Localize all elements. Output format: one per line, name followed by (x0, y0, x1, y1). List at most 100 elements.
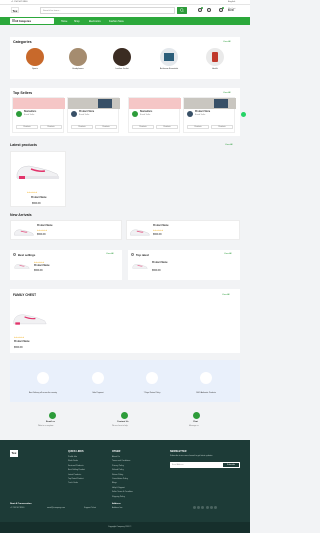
seller-sub: Brand Seller (140, 114, 151, 116)
phone-icon[interactable] (121, 412, 128, 419)
feature-label: Best Delivery all across the country (28, 392, 58, 394)
seller-products-button[interactable]: Products (132, 125, 154, 129)
product-price: $500.00 (152, 269, 161, 272)
category-label[interactable]: Health (200, 68, 230, 70)
sneaker-image (14, 229, 34, 236)
seller-sub: Brand Seller (79, 114, 90, 116)
wishlist-icon[interactable] (207, 8, 211, 12)
footer-phone[interactable]: +1 234 567 8900 (10, 507, 24, 509)
sneaker-image (13, 314, 47, 325)
latest-view-all[interactable]: View All (225, 144, 233, 146)
search-input[interactable]: Search for items... (40, 7, 175, 14)
seller-name: Product Store (195, 111, 211, 113)
footer-link[interactable]: Seller Terms & Condition (112, 490, 133, 494)
language-selector[interactable]: English (228, 1, 235, 3)
category-label[interactable]: Bathroom Essentials (154, 68, 184, 70)
sneaker-image (14, 264, 30, 269)
seller-products-button[interactable]: Products (211, 125, 233, 129)
top-phone: +1 234 567 8900 (11, 1, 28, 3)
nav-link-fashion[interactable]: Fashion Store (109, 20, 124, 23)
feature-label: Safe Payment (92, 392, 104, 394)
best-sellings-view-all[interactable]: View All (106, 253, 114, 255)
product-price: $500.00 (153, 233, 162, 236)
seller-avatar (71, 111, 77, 117)
newsletter-text: Subscribe to our new channel to get late… (170, 455, 213, 457)
seller-banner (184, 98, 236, 109)
product-name[interactable]: Product Name (31, 197, 47, 199)
seller-products-button[interactable]: Products (156, 125, 178, 129)
product-name[interactable]: Product Name (14, 341, 30, 343)
seller-card[interactable]: Bestsellers Brand Seller Products Produc… (128, 97, 181, 133)
all-categories-button[interactable]: All Categories (10, 17, 54, 25)
new-arrival-card[interactable]: Product Name ★★★★★ $500.00 (10, 220, 122, 240)
seller-products-button[interactable]: Products (95, 125, 117, 129)
quick-links-title: QUICK LINKS (68, 450, 84, 453)
seller-products-button[interactable]: Products (16, 125, 38, 129)
cart-total: $0.00 (228, 10, 234, 13)
seller-products-button[interactable]: Products (187, 125, 209, 129)
family-chest-view-all[interactable]: View All (222, 294, 230, 296)
nav-link-home[interactable]: Home (61, 20, 67, 23)
seller-avatar (132, 111, 138, 117)
nav-link-shop[interactable]: Shop (74, 20, 80, 23)
product-rating: ★★★★★ (27, 192, 38, 194)
payment-icon (92, 372, 104, 384)
seller-name: Bestsellers (24, 111, 37, 113)
product-name: Product Name (152, 262, 168, 264)
new-arrival-card[interactable]: Product Name ★★★★★ $500.00 (126, 220, 240, 240)
footer-logo[interactable]: Tex (10, 450, 18, 457)
footer-link[interactable]: Shipping Policy (112, 495, 133, 499)
category-health-image[interactable] (206, 48, 224, 66)
support-ticket-link[interactable]: Support Ticket (84, 507, 96, 509)
social-icons[interactable] (193, 506, 218, 510)
seller-avatar (16, 111, 22, 117)
authentic-icon (200, 372, 212, 384)
contact-title: Email us (46, 421, 55, 423)
newsletter-email-input[interactable]: Email Address Subscribe (170, 462, 240, 468)
nav-link-electronics[interactable]: Electronics (89, 20, 101, 23)
twitter-icon (197, 506, 201, 509)
top-rated-view-all[interactable]: View All (224, 253, 232, 255)
seller-products-button[interactable]: Products (71, 125, 93, 129)
feature-label: 7 Days Return Policy (143, 392, 161, 394)
footer-link[interactable]: Best Selling Product (68, 468, 85, 472)
latest-products-title: Latest products (10, 143, 37, 147)
product-name: Product Name (37, 225, 53, 227)
whatsapp-icon[interactable] (241, 112, 246, 117)
logo[interactable]: Tex (11, 7, 19, 13)
category-headphones-image[interactable] (69, 48, 87, 66)
category-jacket-image[interactable] (113, 48, 131, 66)
seller-card[interactable]: Product Store Brand Seller Products Prod… (183, 97, 236, 133)
copyright-text: Copyright Company 2024 © (108, 526, 132, 528)
footer-email[interactable]: email@company.com (47, 507, 65, 509)
footer-link[interactable]: Track Order (68, 481, 85, 485)
category-label[interactable]: Leather Jacket (107, 68, 137, 70)
search-button[interactable] (177, 7, 187, 14)
seller-card[interactable]: Bestsellers Brand Seller Products Produc… (12, 97, 65, 133)
subscribe-button[interactable]: Subscribe (223, 463, 239, 467)
categories-view-all[interactable]: View All (223, 41, 231, 43)
chat-icon[interactable] (193, 412, 200, 419)
product-price: $500.00 (14, 346, 23, 349)
best-sellings-icon (13, 253, 16, 256)
best-sellings-title: Best sellings (18, 252, 36, 257)
category-bathroom-image[interactable] (160, 48, 178, 66)
email-icon[interactable] (49, 412, 56, 419)
category-label[interactable]: Headphones (63, 68, 93, 70)
instagram-icon (205, 506, 209, 509)
newsletter-title: NEWSLETTER (170, 450, 187, 453)
pinterest-icon (213, 506, 217, 509)
product-name: Product Name (34, 265, 50, 267)
category-label[interactable]: Sports (20, 68, 50, 70)
contact-title: Contact Us (117, 421, 129, 423)
seller-name: Product Store (79, 111, 95, 113)
seller-name: Bestsellers (140, 111, 153, 113)
seller-banner (13, 98, 65, 109)
seller-products-button[interactable]: Products (40, 125, 62, 129)
seller-card[interactable]: Product Store Brand Seller Products Prod… (67, 97, 120, 133)
product-name: Product Name (153, 225, 169, 227)
search-icon (180, 8, 184, 12)
category-sports-image[interactable] (26, 48, 44, 66)
top-sellers-view-all[interactable]: View All (223, 92, 231, 94)
sneaker-image (132, 264, 148, 269)
